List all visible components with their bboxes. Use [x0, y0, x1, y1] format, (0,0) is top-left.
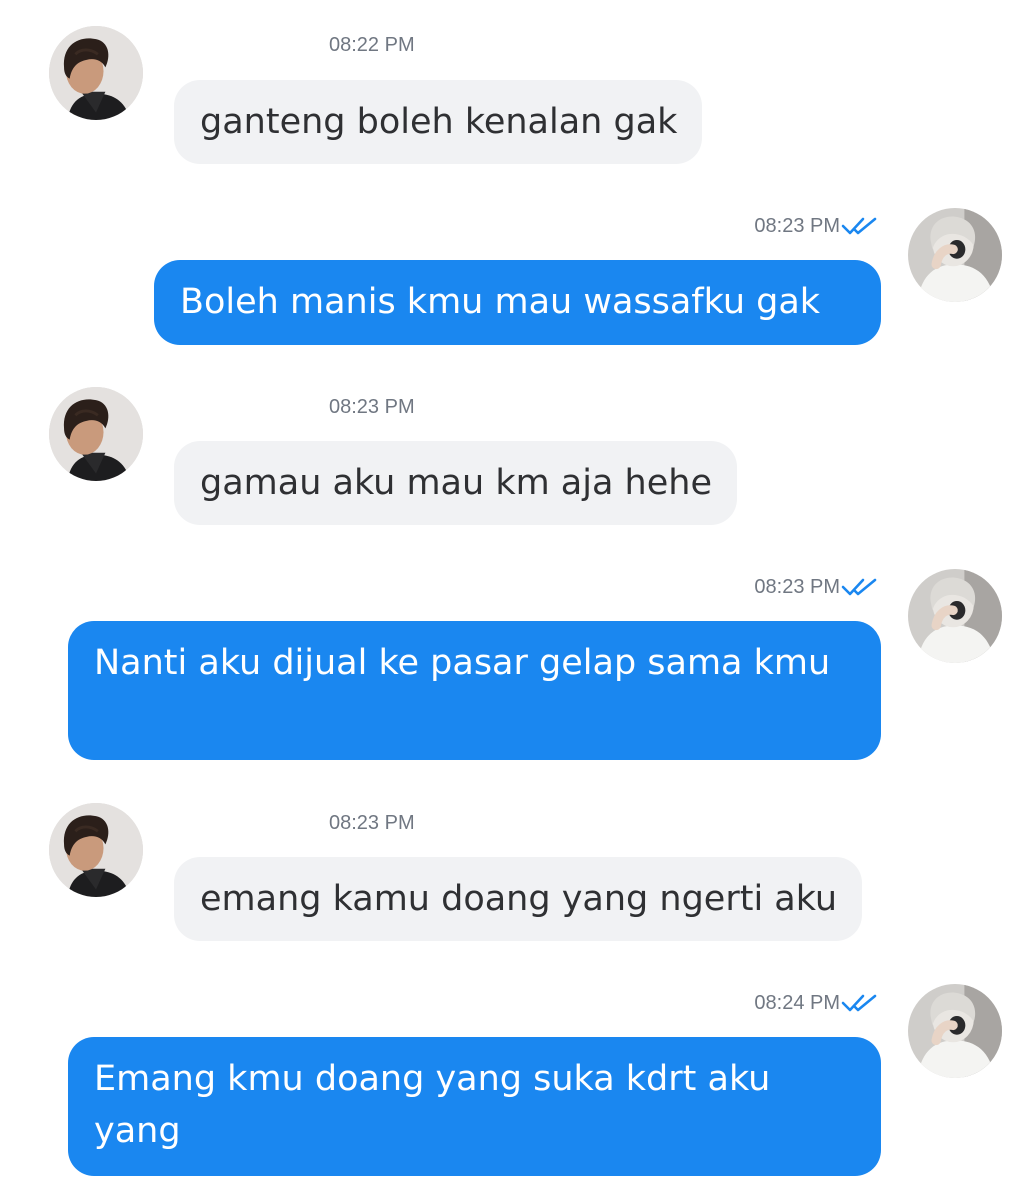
outgoing-message-bubble[interactable]: Boleh manis kmu mau wassafku gak	[154, 260, 881, 345]
user-avatar[interactable]	[908, 984, 1002, 1078]
avatar-silver-hair-icon	[908, 569, 1002, 663]
outgoing-message-bubble[interactable]: Emang kmu doang yang suka kdrt aku yang	[68, 1037, 881, 1176]
incoming-message-bubble[interactable]: emang kamu doang yang ngerti aku	[174, 857, 863, 941]
avatar-silver-hair-icon	[908, 984, 1002, 1078]
avatar-dark-hair-icon	[49, 803, 143, 897]
message-text: gamau aku mau km aja hehe	[200, 463, 712, 503]
contact-avatar[interactable]	[49, 803, 143, 897]
incoming-message-bubble[interactable]: ganteng boleh kenalan gak	[174, 80, 703, 164]
message-timestamp-row: 08:23 PM	[754, 214, 879, 238]
message-timestamp: 08:22 PM	[329, 34, 415, 56]
double-check-icon	[841, 577, 879, 597]
double-check-icon	[841, 993, 879, 1013]
message-text: Emang kmu doang yang suka kdrt aku yang	[94, 1059, 771, 1151]
message-timestamp: 08:24 PM	[754, 992, 840, 1014]
user-avatar[interactable]	[908, 569, 1002, 663]
message-timestamp: 08:23 PM	[754, 215, 840, 237]
avatar-dark-hair-icon	[49, 387, 143, 481]
message-timestamp: 08:23 PM	[329, 812, 415, 834]
message-text: emang kamu doang yang ngerti aku	[200, 879, 838, 919]
message-timestamp: 08:23 PM	[754, 576, 840, 598]
message-text: Boleh manis kmu mau wassafku gak	[180, 282, 821, 322]
message-timestamp: 08:23 PM	[329, 396, 415, 418]
outgoing-message-bubble[interactable]: Nanti aku dijual ke pasar gelap sama kmu	[68, 621, 881, 760]
message-text: ganteng boleh kenalan gak	[200, 102, 678, 142]
double-check-icon	[841, 216, 879, 236]
avatar-silver-hair-icon	[908, 208, 1002, 302]
contact-avatar[interactable]	[49, 26, 143, 120]
message-timestamp-row: 08:23 PM	[754, 575, 879, 599]
user-avatar[interactable]	[908, 208, 1002, 302]
message-text: Nanti aku dijual ke pasar gelap sama kmu	[94, 643, 831, 683]
chat-thread: 08:22 PM ganteng boleh kenalan gak 08:23…	[0, 0, 1019, 1200]
avatar-dark-hair-icon	[49, 26, 143, 120]
message-timestamp-row: 08:24 PM	[754, 991, 879, 1015]
contact-avatar[interactable]	[49, 387, 143, 481]
incoming-message-bubble[interactable]: gamau aku mau km aja hehe	[174, 441, 737, 525]
